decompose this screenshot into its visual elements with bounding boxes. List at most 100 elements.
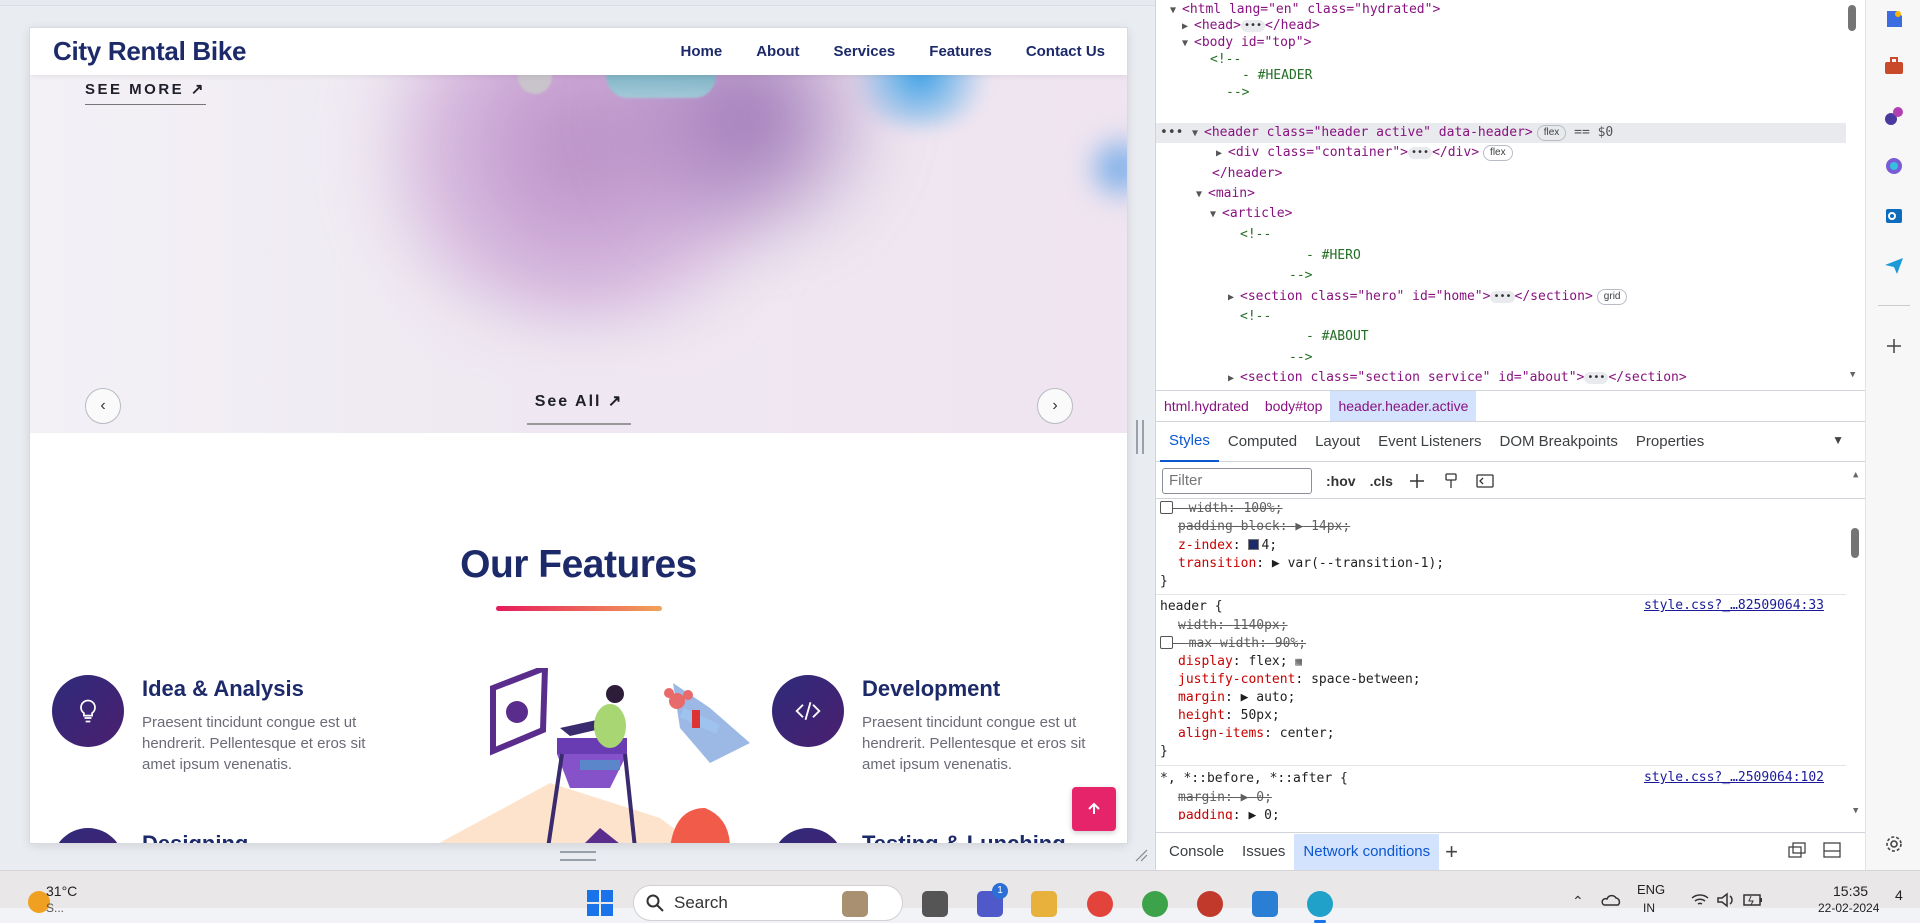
chevron-down-icon[interactable]: ▼ xyxy=(1832,433,1844,447)
drawer-tab-network-conditions[interactable]: Network conditions xyxy=(1294,833,1440,870)
tab-dom-breakpoints[interactable]: DOM Breakpoints xyxy=(1491,423,1627,461)
flex-badge[interactable]: flex xyxy=(1536,125,1567,141)
clock-time[interactable]: 15:35 xyxy=(1833,883,1868,899)
styles-filter-input[interactable] xyxy=(1162,467,1312,494)
scroll-up-icon[interactable]: ▲ xyxy=(1853,470,1858,480)
tree-node-header-selected[interactable]: ••• ▼ <header class="header active" data-h… xyxy=(1156,123,1846,143)
site-logo[interactable]: City Rental Bike xyxy=(53,36,246,67)
collapse-triangle-icon[interactable]: ▼ xyxy=(1196,185,1208,205)
copilot-icon[interactable] xyxy=(1881,153,1907,179)
tab-layout[interactable]: Layout xyxy=(1306,423,1369,461)
carousel-prev-button[interactable]: ‹ xyxy=(85,388,121,424)
tree-comment[interactable]: - #HEADER xyxy=(1242,66,1312,86)
ellipsis-icon[interactable]: ••• xyxy=(1490,291,1515,303)
carousel-next-button[interactable]: › xyxy=(1037,388,1073,424)
tree-comment[interactable]: - #HERO xyxy=(1306,246,1361,266)
css-declaration[interactable]: width: 100%; xyxy=(1160,500,1283,518)
color-swatch-icon[interactable] xyxy=(1248,539,1260,550)
games-icon[interactable] xyxy=(1881,103,1907,129)
collapse-triangle-icon[interactable]: ▼ xyxy=(1182,34,1194,54)
drawer-tab-console[interactable]: Console xyxy=(1160,834,1233,870)
collections-icon[interactable] xyxy=(1881,6,1907,32)
tab-event-listeners[interactable]: Event Listeners xyxy=(1369,423,1490,461)
onedrive-icon[interactable] xyxy=(1600,891,1622,909)
scroll-down-icon[interactable]: ▼ xyxy=(1850,370,1855,380)
tree-node-article[interactable]: ▼ <article> xyxy=(1210,204,1292,224)
breadcrumb-body[interactable]: body#top xyxy=(1257,391,1331,421)
css-declaration[interactable]: transition: ▶ var(--transition-1); xyxy=(1178,555,1444,573)
scroll-down-icon[interactable]: ▼ xyxy=(1853,806,1858,816)
hover-state-button[interactable]: :hov xyxy=(1326,473,1356,489)
collapse-triangle-icon[interactable]: ▼ xyxy=(1192,124,1204,144)
notification-count[interactable]: 4 xyxy=(1895,887,1903,903)
panel-splitter[interactable] xyxy=(1136,420,1144,454)
expand-triangle-icon[interactable]: ▶ xyxy=(1228,369,1240,388)
tree-node-section-hero[interactable]: ▶ <section class="hero" id="home"> ••• </se… xyxy=(1228,287,1628,307)
search-highlight-icon[interactable] xyxy=(842,891,868,917)
class-toggle-button[interactable]: .cls xyxy=(1370,473,1393,489)
tree-comment[interactable]: --> xyxy=(1226,83,1249,103)
elements-scrollbar[interactable] xyxy=(1848,5,1856,31)
tree-node-body[interactable]: ▼ <body id="top"> xyxy=(1182,33,1311,53)
flex-badge[interactable]: flex xyxy=(1483,145,1513,161)
tree-node-main[interactable]: ▼ <main> xyxy=(1196,184,1255,204)
language-indicator[interactable]: ENG xyxy=(1637,883,1665,897)
css-declaration[interactable]: z-index: 4; xyxy=(1178,537,1277,555)
breadcrumb-header[interactable]: header.header.active xyxy=(1330,391,1477,421)
ellipsis-icon[interactable]: ••• xyxy=(1584,372,1609,384)
task-view-icon[interactable] xyxy=(922,891,948,917)
source-link[interactable]: style.css?_…82509064:33 xyxy=(1644,598,1824,613)
breadcrumb-html[interactable]: html.hydrated xyxy=(1156,391,1257,421)
css-selector[interactable]: *, *::before, *::after { xyxy=(1160,770,1348,788)
styles-scrollbar[interactable] xyxy=(1851,528,1859,558)
tree-comment[interactable]: <!-- xyxy=(1240,225,1271,245)
css-declaration[interactable]: display: flex; ▦ xyxy=(1178,653,1302,671)
tree-node-container[interactable]: ▶ <div class="container"> ••• </div> flex xyxy=(1216,143,1513,163)
nav-link-about[interactable]: About xyxy=(756,43,799,60)
css-selector[interactable]: header { xyxy=(1160,598,1223,616)
nav-link-home[interactable]: Home xyxy=(681,43,723,60)
tree-comment[interactable]: <!-- xyxy=(1240,307,1271,327)
expand-triangle-icon[interactable]: ▶ xyxy=(1216,144,1228,164)
property-checkbox[interactable] xyxy=(1160,636,1173,649)
add-icon[interactable] xyxy=(1881,333,1907,359)
chrome-dev-icon[interactable] xyxy=(1197,891,1223,917)
collapse-triangle-icon[interactable]: ▼ xyxy=(1210,205,1222,225)
css-declaration[interactable]: padding-block: ▶ 14px; xyxy=(1178,518,1350,536)
toggle-sidebar-icon[interactable] xyxy=(1475,471,1495,491)
see-more-link[interactable]: SEE MORE ↗ xyxy=(85,80,206,105)
tree-node-section-about[interactable]: ▶ <section class="section service" id="ab… xyxy=(1228,368,1687,388)
tab-computed[interactable]: Computed xyxy=(1219,423,1306,461)
windows-start-icon[interactable] xyxy=(586,889,614,917)
nav-link-features[interactable]: Features xyxy=(929,43,992,60)
property-checkbox[interactable] xyxy=(1160,501,1173,514)
css-declaration[interactable]: height: 50px; xyxy=(1178,707,1280,725)
undock-icon[interactable] xyxy=(1786,840,1808,860)
viewport-resize-handle[interactable] xyxy=(560,851,596,861)
site-viewport[interactable]: SEE MORE ↗ ‹ See All ↗ › City Rental Bik… xyxy=(30,28,1127,843)
tree-comment[interactable]: <!-- xyxy=(1210,50,1241,70)
tab-properties[interactable]: Properties xyxy=(1627,423,1713,461)
resize-corner-icon[interactable] xyxy=(1134,848,1148,862)
tab-styles[interactable]: Styles xyxy=(1160,422,1219,462)
outlook-icon[interactable] xyxy=(1881,203,1907,229)
nav-link-contact[interactable]: Contact Us xyxy=(1026,43,1105,60)
battery-icon[interactable] xyxy=(1742,891,1764,909)
scroll-to-top-button[interactable] xyxy=(1072,787,1116,831)
see-all-link[interactable]: See All ↗ xyxy=(527,391,631,425)
vscode-icon[interactable] xyxy=(1252,891,1278,917)
edge-icon[interactable] xyxy=(1307,891,1333,917)
css-declaration[interactable]: margin: ▶ 0; xyxy=(1178,789,1272,807)
settings-gear-icon[interactable] xyxy=(1881,831,1907,857)
css-declaration[interactable]: align-items: center; xyxy=(1178,725,1335,743)
css-declaration[interactable]: padding: ▶ 0; xyxy=(1178,807,1280,820)
new-rule-icon[interactable] xyxy=(1407,471,1427,491)
paint-brush-icon[interactable] xyxy=(1441,471,1461,491)
tree-comment[interactable]: --> xyxy=(1289,266,1312,286)
speaker-icon[interactable] xyxy=(1716,891,1736,909)
ellipsis-icon[interactable]: ••• xyxy=(1408,147,1433,159)
css-declaration[interactable]: margin: ▶ auto; xyxy=(1178,689,1295,707)
tree-comment[interactable]: - #ABOUT xyxy=(1306,327,1369,347)
wifi-icon[interactable] xyxy=(1690,891,1710,909)
add-tab-icon[interactable]: + xyxy=(1445,839,1458,865)
